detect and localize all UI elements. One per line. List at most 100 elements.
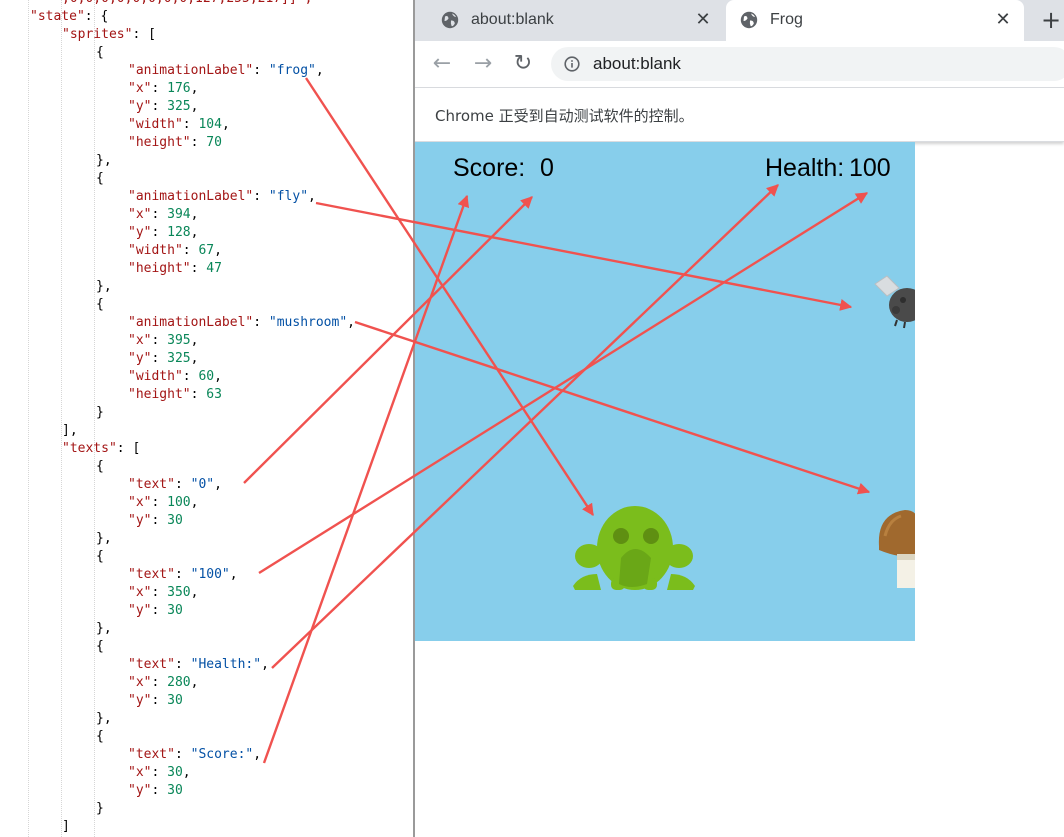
forward-button[interactable]: → <box>469 50 497 78</box>
code-token: 30 <box>167 783 183 798</box>
new-tab-button[interactable]: + <box>1037 6 1064 34</box>
url-text[interactable]: about:blank <box>593 54 681 74</box>
code-token: "x" <box>128 765 152 780</box>
code-line: "sprites": [ <box>62 26 156 44</box>
tab-frog[interactable]: Frog ✕ <box>726 0 1024 41</box>
code-token: "y" <box>128 603 152 618</box>
code-token: , <box>261 657 269 672</box>
code-token: : <box>151 513 168 528</box>
code-token: 30 <box>167 513 183 528</box>
code-token: 350 <box>167 585 191 600</box>
close-icon[interactable]: ✕ <box>692 8 714 30</box>
mushroom-sprite <box>878 510 915 588</box>
browser-toolbar: ← → ↻ about:blank <box>415 41 1064 88</box>
reload-button[interactable]: ↻ <box>509 50 537 78</box>
code-token: "animationLabel" <box>128 189 254 204</box>
code-line: "x": 394, <box>128 206 198 224</box>
code-token: : <box>182 369 199 384</box>
code-token: "x" <box>128 333 152 348</box>
code-token: : [ <box>132 27 156 42</box>
code-line: "y": 30 <box>128 692 183 710</box>
back-button[interactable]: ← <box>428 50 456 78</box>
code-token: "width" <box>128 369 183 384</box>
indent-guide <box>61 0 62 837</box>
code-token: 60 <box>198 369 215 384</box>
code-token: 63 <box>206 387 222 402</box>
code-token: : <box>151 99 168 114</box>
code-token: "0" <box>190 477 215 492</box>
health-label: Health: <box>765 154 845 182</box>
code-token: , <box>214 477 222 492</box>
code-token: "height" <box>128 261 191 276</box>
code-token: : <box>182 243 199 258</box>
code-token: , <box>190 333 199 348</box>
tab-title: Frog <box>770 11 803 28</box>
code-token: "x" <box>128 81 152 96</box>
code-token: 100 <box>167 495 191 510</box>
code-token: 30 <box>167 693 183 708</box>
code-token: { <box>96 549 104 564</box>
game-canvas[interactable]: Score: 0 Health: 100 <box>415 142 915 641</box>
code-token: : <box>151 783 168 798</box>
code-token: , <box>229 567 238 582</box>
code-token: }, <box>96 711 112 726</box>
code-token: : <box>151 765 168 780</box>
code-line: }, <box>96 710 112 728</box>
code-token: "width" <box>128 117 183 132</box>
code-token: : <box>253 315 269 330</box>
code-line: "height": 63 <box>128 386 222 404</box>
code-line: "text": "100", <box>128 566 238 584</box>
code-line: }, <box>96 530 112 548</box>
code-line: "width": 104, <box>128 116 230 134</box>
code-token: "sprites" <box>62 27 133 42</box>
code-line: "text": "0", <box>128 476 222 494</box>
code-token: : <box>190 261 207 276</box>
code-line: "y": 30 <box>128 512 183 530</box>
code-line: ,0,0,0,0,0,0,0,0,127,255,217]]", <box>62 0 312 8</box>
json-code-panel: ,0,0,0,0,0,0,0,0,127,255,217]]", "state":… <box>0 0 413 837</box>
code-token: , <box>190 675 199 690</box>
tab-about-blank[interactable]: about:blank ✕ <box>427 0 724 41</box>
score-label: Score: <box>453 154 526 182</box>
code-token: : <box>151 225 168 240</box>
code-line: "x": 100, <box>128 494 198 512</box>
fly-sprite <box>874 275 915 329</box>
code-token: 176 <box>167 81 191 96</box>
close-icon[interactable]: ✕ <box>992 8 1014 30</box>
code-token: "text" <box>128 477 175 492</box>
info-icon[interactable] <box>564 56 580 72</box>
code-token: 325 <box>167 99 191 114</box>
code-line: "y": 128, <box>128 224 198 242</box>
code-token: 30 <box>167 603 183 618</box>
code-token: }, <box>96 531 112 546</box>
code-line: "x": 280, <box>128 674 198 692</box>
code-line: "x": 30, <box>128 764 191 782</box>
code-token: , <box>190 225 199 240</box>
tab-title: about:blank <box>471 11 554 28</box>
code-token: { <box>96 639 104 654</box>
code-token: ,0,0,0,0,0,0,0,0,127,255,217]]", <box>62 0 312 6</box>
code-token: "state" <box>30 9 85 24</box>
code-token: { <box>96 459 104 474</box>
code-token: : [ <box>116 441 141 456</box>
code-token: "fly" <box>268 189 309 204</box>
code-token: : <box>151 81 168 96</box>
code-token: : <box>151 693 168 708</box>
code-token: : <box>151 333 168 348</box>
code-line: { <box>96 458 104 476</box>
code-line: "text": "Health:", <box>128 656 269 674</box>
code-token: }, <box>96 621 112 636</box>
address-bar[interactable]: about:blank <box>551 47 1064 81</box>
code-token: : <box>151 495 168 510</box>
code-line: { <box>96 296 104 314</box>
code-line: "y": 30 <box>128 782 183 800</box>
code-line: { <box>96 548 104 566</box>
code-token: "y" <box>128 693 152 708</box>
code-token: "mushroom" <box>268 315 348 330</box>
indent-guide <box>28 0 29 837</box>
code-token: "Health:" <box>190 657 262 672</box>
code-token: 395 <box>167 333 191 348</box>
code-token: , <box>308 189 316 204</box>
code-token: }, <box>96 279 112 294</box>
code-token: } <box>96 801 104 816</box>
